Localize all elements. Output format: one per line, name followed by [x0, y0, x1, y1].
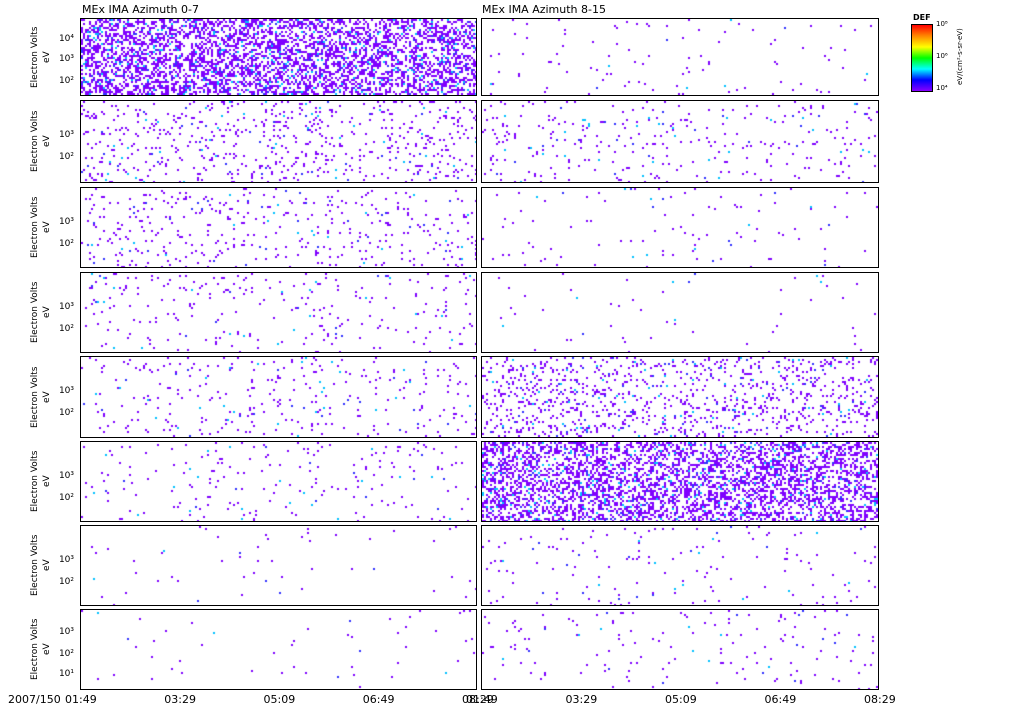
spectrogram-panel-L-3 — [80, 187, 477, 268]
spectrogram-panel-L-1 — [80, 18, 477, 96]
spectrogram-panel-R-4 — [481, 272, 879, 353]
spectrogram-image — [482, 101, 878, 182]
x-date-label: 2007/150 — [8, 693, 61, 706]
spectrogram-panel-R-3 — [481, 187, 879, 268]
y-axis-unit: eV — [42, 475, 52, 488]
y-axis-unit: eV — [42, 221, 52, 234]
spectrogram-image — [81, 188, 476, 267]
y-axis-unit: eV — [42, 391, 52, 403]
y-tick-label: 10² — [58, 493, 74, 503]
x-tick-label: 06:49 — [764, 693, 797, 706]
y-tick-label: 10³ — [58, 54, 74, 64]
y-tick-label: 10³ — [58, 130, 74, 140]
y-tick-label: 10¹ — [58, 669, 74, 679]
spectrogram-panel-R-1 — [481, 18, 879, 96]
spectrogram-panel-R-7 — [481, 525, 879, 606]
spectrogram-panel-R-8 — [481, 609, 879, 690]
y-tick-label: 10² — [58, 152, 74, 162]
y-tick-label: 10⁴ — [58, 34, 74, 44]
spectrogram-image — [81, 357, 476, 437]
spectrogram-panel-L-5 — [80, 356, 477, 438]
spectrogram-image — [81, 526, 476, 605]
spectrogram-image — [482, 19, 878, 95]
y-tick-label: 10³ — [58, 386, 74, 396]
spectrogram-image — [482, 188, 878, 267]
colorbar — [911, 24, 933, 92]
spectrogram-panel-L-6 — [80, 441, 477, 522]
spectrogram-image — [81, 101, 476, 182]
y-axis-unit: eV — [42, 559, 52, 572]
spectrogram-image — [81, 273, 476, 352]
x-tick-label: 03:29 — [565, 693, 598, 706]
colorbar-tick: 10⁸ — [936, 20, 948, 28]
spectrogram-image — [81, 610, 476, 689]
spectrogram-panel-R-2 — [481, 100, 879, 183]
y-tick-label: 10² — [58, 408, 74, 418]
spectrogram-image — [81, 19, 476, 95]
x-tick-label: 08:29 — [864, 693, 896, 706]
colorbar-unit: eV/(cm²-s-sr-eV) — [956, 28, 964, 86]
spectrogram-panel-R-6 — [481, 441, 879, 522]
y-tick-label: 10² — [58, 324, 74, 334]
y-tick-label: 10³ — [58, 217, 74, 227]
spectrogram-panel-L-8 — [80, 609, 477, 690]
colorbar-label: DEF — [913, 13, 931, 22]
left-title: MEx IMA Azimuth 0-7 — [82, 3, 199, 16]
x-tick-label: 08:29 — [462, 693, 494, 706]
x-tick-label: 05:09 — [263, 693, 296, 706]
y-tick-label: 10² — [58, 239, 74, 249]
spectrogram-panel-R-5 — [481, 356, 879, 438]
y-tick-label: 10³ — [58, 627, 74, 637]
x-tick-label: 01:49 — [65, 693, 97, 706]
spectrogram-image — [482, 357, 878, 437]
spectrogram-image — [482, 273, 878, 352]
spectrogram-panel-L-2 — [80, 100, 477, 183]
y-tick-label: 10³ — [58, 555, 74, 565]
y-tick-label: 10² — [58, 76, 74, 86]
colorbar-tick: 10⁶ — [936, 52, 948, 60]
x-tick-label: 05:09 — [665, 693, 697, 706]
spectrogram-image — [482, 610, 878, 689]
x-tick-label: 03:29 — [164, 693, 196, 706]
y-tick-label: 10³ — [58, 471, 74, 481]
y-axis-unit: eV — [42, 306, 52, 319]
y-tick-label: 10³ — [58, 302, 74, 312]
y-tick-label: 10² — [58, 649, 74, 659]
spectrogram-panel-L-4 — [80, 272, 477, 353]
y-axis-unit: eV — [42, 135, 52, 148]
colorbar-tick: 10⁴ — [936, 84, 948, 92]
y-tick-label: 10² — [58, 577, 74, 587]
spectrogram-image — [482, 526, 878, 605]
spectrogram-image — [81, 442, 476, 521]
spectrogram-image — [482, 442, 878, 521]
spectrogram-panel-L-7 — [80, 525, 477, 606]
right-title: MEx IMA Azimuth 8-15 — [482, 3, 606, 16]
x-tick-label: 06:49 — [362, 693, 395, 706]
